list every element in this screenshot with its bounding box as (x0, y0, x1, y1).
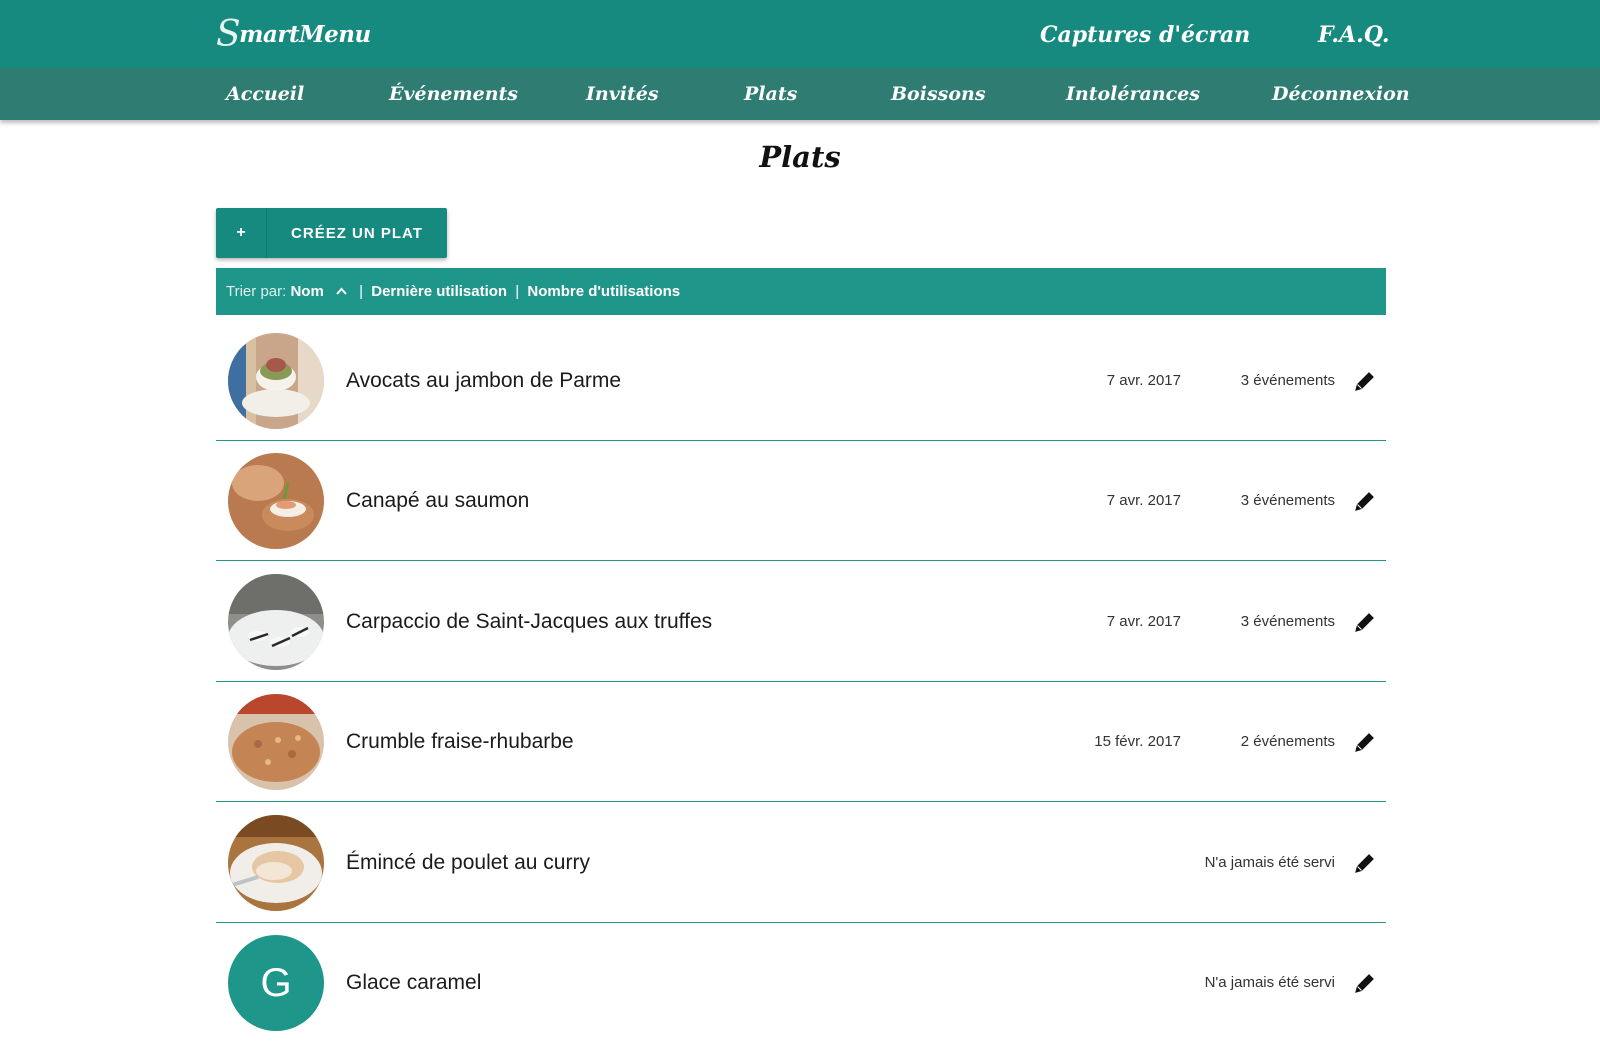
pencil-icon[interactable] (1353, 489, 1377, 513)
dish-row[interactable]: Crumble fraise-rhubarbe 15 févr. 2017 2 … (216, 682, 1386, 802)
dish-name[interactable]: Émincé de poulet au curry (346, 803, 590, 923)
faq-link[interactable]: F.A.Q. (1318, 18, 1390, 52)
chevron-up-icon (336, 269, 347, 316)
dish-name[interactable]: Carpaccio de Saint-Jacques aux truffes (346, 562, 712, 682)
sort-option-last-used[interactable]: Dernière utilisation (371, 283, 507, 300)
nav-item-evenements[interactable]: Événements (389, 68, 518, 120)
main-nav: Accueil Événements Invités Plats Boisson… (0, 68, 1600, 120)
plus-icon: + (216, 208, 267, 258)
dish-usage-count: 2 événements (1240, 733, 1335, 750)
pencil-icon[interactable] (1353, 369, 1377, 393)
screenshots-link[interactable]: Captures d'écran (1040, 18, 1250, 52)
dish-row[interactable]: Avocats au jambon de Parme 7 avr. 2017 3… (216, 321, 1386, 441)
pencil-icon[interactable] (1353, 851, 1377, 875)
nav-item-deconnexion[interactable]: Déconnexion (1272, 68, 1410, 120)
dish-photo (228, 333, 324, 429)
dish-last-used: 7 avr. 2017 (1106, 492, 1181, 509)
sort-separator: | (359, 283, 364, 300)
dish-last-used: 7 avr. 2017 (1106, 372, 1181, 389)
page-title: Plats (759, 140, 841, 174)
dish-usage-count: N'a jamais été servi (1204, 974, 1335, 991)
dish-usage-count: 3 événements (1240, 492, 1335, 509)
nav-item-invites[interactable]: Invités (586, 68, 659, 120)
dish-letter-avatar: G (228, 935, 324, 1031)
dish-row[interactable]: Canapé au saumon 7 avr. 2017 3 événement… (216, 441, 1386, 561)
sort-option-usage-count[interactable]: Nombre d'utilisations (527, 283, 680, 300)
dish-usage-count: 3 événements (1240, 372, 1335, 389)
dish-row[interactable]: Émincé de poulet au curry N'a jamais été… (216, 803, 1386, 923)
nav-item-plats[interactable]: Plats (744, 68, 797, 120)
dish-usage-count: 3 événements (1240, 613, 1335, 630)
top-header: SmartMenu Captures d'écran F.A.Q. (0, 0, 1600, 68)
pencil-icon[interactable] (1353, 610, 1377, 634)
nav-item-boissons[interactable]: Boissons (891, 68, 986, 120)
nav-item-intolerances[interactable]: Intolérances (1066, 68, 1200, 120)
dish-row[interactable]: G Glace caramel N'a jamais été servi (216, 923, 1386, 1043)
dish-name[interactable]: Crumble fraise-rhubarbe (346, 682, 574, 802)
pencil-icon[interactable] (1353, 971, 1377, 995)
sort-prefix: Trier par: (226, 283, 287, 300)
dish-name[interactable]: Avocats au jambon de Parme (346, 321, 621, 441)
dish-row[interactable]: Carpaccio de Saint-Jacques aux truffes 7… (216, 562, 1386, 682)
dish-last-used: 15 févr. 2017 (1094, 733, 1181, 750)
create-dish-label: CRÉEZ UN PLAT (291, 224, 423, 242)
pencil-icon[interactable] (1353, 730, 1377, 754)
dish-name[interactable]: Glace caramel (346, 923, 481, 1043)
dish-photo (228, 694, 324, 790)
brand-logo[interactable]: SmartMenu (216, 12, 371, 56)
sort-option-name[interactable]: Nom (290, 283, 323, 300)
nav-item-accueil[interactable]: Accueil (226, 68, 304, 120)
dish-usage-count: N'a jamais été servi (1204, 854, 1335, 871)
dish-photo (228, 453, 324, 549)
brand-logo-letter: S (216, 13, 241, 55)
sort-separator: | (515, 283, 520, 300)
create-dish-button[interactable]: + CRÉEZ UN PLAT (216, 208, 447, 258)
dish-name[interactable]: Canapé au saumon (346, 441, 529, 561)
sort-bar: Trier par: Nom | Dernière utilisation | … (216, 268, 1386, 315)
dish-photo (228, 815, 324, 911)
brand-logo-text: martMenu (239, 20, 371, 48)
dish-photo (228, 574, 324, 670)
dish-last-used: 7 avr. 2017 (1106, 613, 1181, 630)
